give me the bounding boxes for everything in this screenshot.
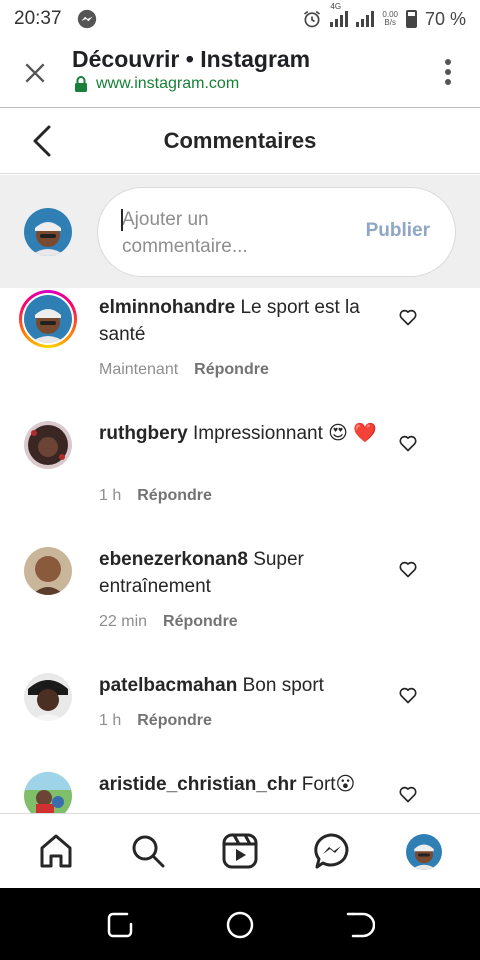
browser-page-title: Découvrir • Instagram	[72, 46, 311, 72]
battery-icon	[405, 10, 417, 28]
comment-time: 1 h	[99, 712, 122, 729]
comment-time: Maintenant	[99, 361, 179, 378]
battery-percent: 70 %	[424, 8, 466, 29]
home-icon[interactable]	[37, 832, 75, 870]
comment-username[interactable]: patelbacmahan	[99, 675, 237, 696]
comment-composer: Ajouter un commentaire... Publier	[0, 175, 480, 288]
profile-avatar[interactable]	[406, 834, 442, 870]
avatar[interactable]	[24, 421, 72, 469]
avatar[interactable]	[24, 772, 72, 813]
comment-text: aristide_christian_chr Fort😮	[99, 771, 384, 798]
comment-meta: Maintenant Répondre	[99, 361, 269, 379]
more-vert-icon[interactable]	[444, 58, 452, 86]
network-speed: 0.00 B/s	[382, 10, 398, 27]
reply-button[interactable]: Répondre	[163, 613, 238, 630]
status-bar: 20:37 4G 0.00 B/s 70 %	[0, 0, 480, 38]
close-icon[interactable]	[22, 60, 48, 86]
signal-4g-icon: 4G	[330, 2, 349, 27]
home-button-icon[interactable]	[225, 910, 255, 940]
browser-toolbar: Découvrir • Instagram www.instagram.com	[0, 38, 480, 108]
bottom-tab-bar	[0, 813, 480, 888]
search-icon[interactable]	[129, 832, 167, 870]
comment-time: 22 min	[99, 613, 148, 630]
reels-icon[interactable]	[221, 832, 259, 870]
messenger-icon[interactable]	[313, 832, 351, 870]
comment-meta: 1 h Répondre	[99, 487, 212, 505]
avatar[interactable]	[24, 547, 72, 595]
messenger-notification-icon	[77, 9, 96, 29]
heart-icon[interactable]	[398, 685, 418, 705]
comment-username[interactable]: elminnohandre	[99, 297, 235, 318]
comment-meta: 1 h Répondre	[99, 712, 212, 730]
back-button-icon[interactable]	[345, 910, 375, 940]
comment-username[interactable]: aristide_christian_chr	[99, 774, 296, 795]
comment-input-box[interactable]: Ajouter un commentaire... Publier	[97, 187, 456, 277]
comment-text: ruthgbery Impressionnant 😍 ❤️	[99, 420, 384, 447]
comment-input[interactable]: Ajouter un commentaire...	[121, 206, 322, 260]
avatar[interactable]	[24, 673, 72, 721]
heart-icon[interactable]	[398, 559, 418, 579]
avatar[interactable]	[24, 295, 72, 343]
lock-icon	[75, 76, 87, 92]
reply-button[interactable]: Répondre	[194, 361, 269, 378]
reply-button[interactable]: Répondre	[137, 712, 212, 729]
reply-button[interactable]: Répondre	[137, 487, 212, 504]
comment-username[interactable]: ruthgbery	[99, 423, 188, 444]
comment-text: ebenezerkonan8 Super entraînement	[99, 546, 384, 600]
page-title: Commentaires	[163, 128, 317, 153]
comment-time: 1 h	[99, 487, 122, 504]
browser-url-text: www.instagram.com	[96, 75, 240, 92]
heart-icon[interactable]	[398, 433, 418, 453]
publish-button[interactable]: Publier	[366, 220, 430, 242]
heart-icon[interactable]	[398, 307, 418, 327]
comment-text: patelbacmahan Bon sport	[99, 672, 384, 699]
browser-url[interactable]: www.instagram.com	[74, 75, 239, 93]
comments-list[interactable]: elminnohandre Le sport est la santé Main…	[0, 288, 480, 813]
avatar	[24, 208, 72, 256]
comment-body: Fort😮	[301, 774, 356, 795]
comment-text: elminnohandre Le sport est la santé	[99, 294, 384, 348]
comment-username[interactable]: ebenezerkonan8	[99, 549, 248, 570]
system-nav-bar	[0, 888, 480, 960]
alarm-icon	[304, 10, 321, 28]
signal-icon	[356, 11, 375, 27]
status-time: 20:37	[14, 8, 62, 29]
comment-meta: 22 min Répondre	[99, 613, 238, 631]
comment-body: Bon sport	[242, 675, 324, 696]
heart-icon[interactable]	[398, 784, 418, 804]
comment-body: Impressionnant 😍 ❤️	[192, 423, 377, 444]
recent-apps-icon[interactable]	[105, 910, 135, 940]
page-header: Commentaires	[0, 108, 480, 174]
